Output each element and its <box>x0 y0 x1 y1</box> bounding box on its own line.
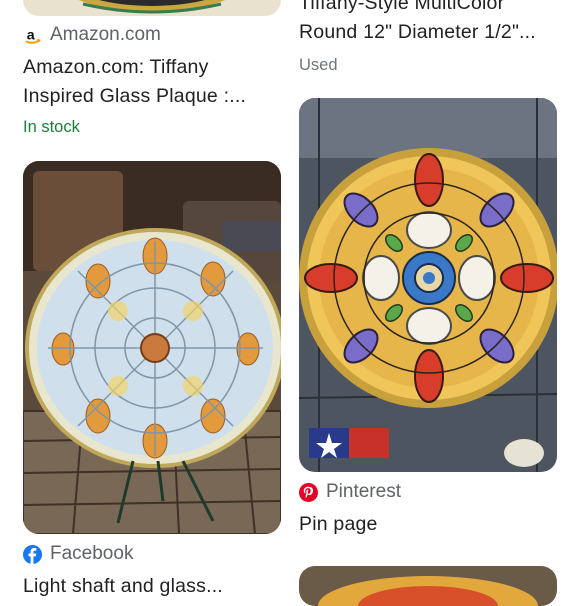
garden-table-image <box>23 161 281 534</box>
result-title-light-shaft[interactable]: Light shaft and glass... <box>23 572 281 601</box>
result-title-tiffany-multicolor[interactable]: Tiffany-Style MultiColor Round 12" Diame… <box>299 0 557 47</box>
source-label: Facebook <box>50 543 134 564</box>
result-image-next[interactable] <box>299 566 557 606</box>
title-line: Pin page <box>299 513 378 535</box>
result-source-facebook[interactable]: Facebook <box>23 543 133 565</box>
result-image-tiffany-plaque[interactable] <box>23 0 281 16</box>
title-line: Round 12" Diameter 1/2"... <box>299 21 536 43</box>
source-label: Amazon.com <box>50 24 161 45</box>
source-label: Pinterest <box>326 481 401 502</box>
result-title-pin-page[interactable]: Pin page <box>299 510 557 539</box>
stained-glass-image <box>299 98 557 472</box>
amazon-logo-icon: a <box>23 26 42 45</box>
svg-text:a: a <box>27 27 36 43</box>
title-line: Tiffany-Style MultiColor <box>299 0 505 14</box>
condition-status-badge: Used <box>299 56 338 74</box>
title-line: Amazon.com: Tiffany <box>23 56 209 78</box>
result-title-tiffany-plaque[interactable]: Amazon.com: Tiffany Inspired Glass Plaqu… <box>23 53 281 111</box>
result-image-garden-table[interactable] <box>23 161 281 534</box>
result-source-amazon[interactable]: a Amazon.com <box>23 24 161 46</box>
next-thumbnail-image <box>299 566 557 606</box>
title-line: Inspired Glass Plaque :... <box>23 85 247 107</box>
stock-status-badge: In stock <box>23 118 80 136</box>
plaque-thumbnail-image <box>23 0 281 16</box>
title-line: Light shaft and glass... <box>23 575 223 597</box>
pinterest-logo-icon <box>299 482 318 502</box>
result-source-pinterest[interactable]: Pinterest <box>299 481 401 503</box>
facebook-logo-icon <box>23 544 42 564</box>
result-image-stained-glass-window[interactable] <box>299 98 557 472</box>
